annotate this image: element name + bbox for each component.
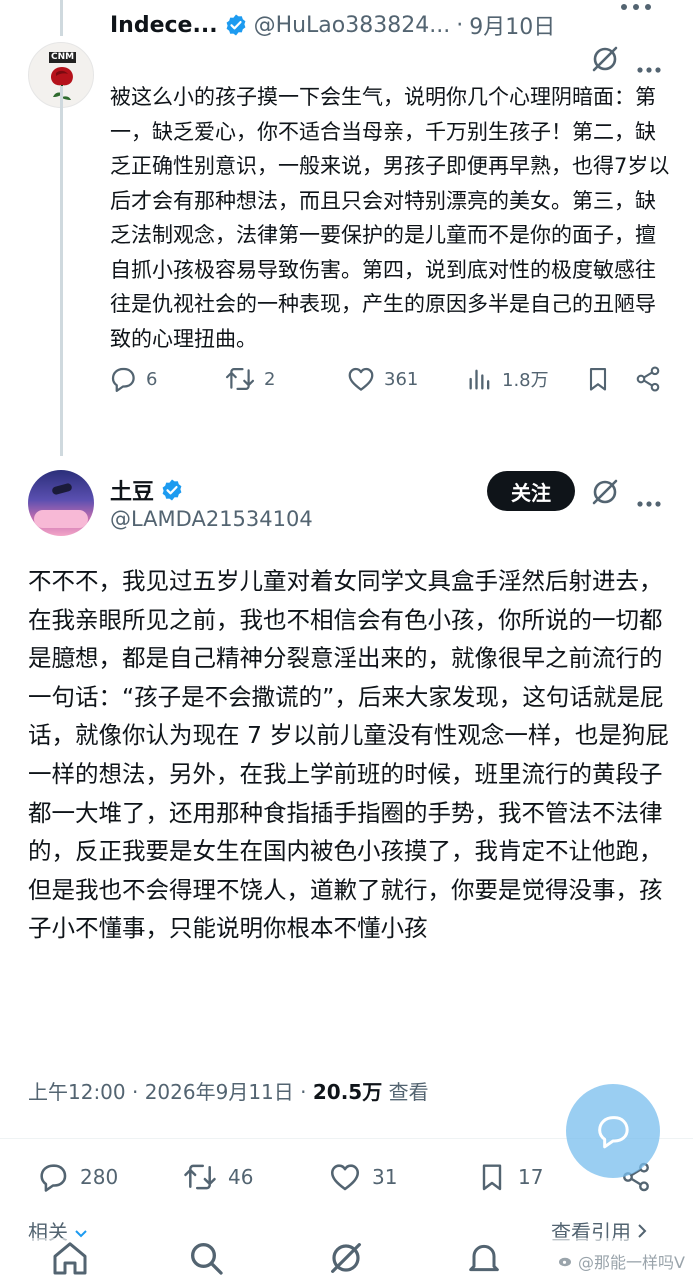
tweet-timestamp[interactable]: 上午12:00 · 2026年9月11日 · <box>28 1080 313 1104</box>
main-retweet-button[interactable]: 46 <box>182 1160 253 1194</box>
thread-connector <box>60 86 63 456</box>
bookmark-icon <box>589 368 607 391</box>
watermark-text: @那能一样吗V <box>578 1253 685 1272</box>
heart-icon <box>330 1164 360 1191</box>
chevron-right-icon <box>638 1224 647 1238</box>
main-more-icon[interactable] <box>636 486 662 514</box>
main-retweet-count: 46 <box>228 1165 254 1189</box>
tweet-views-label: 查看 <box>382 1080 429 1104</box>
comment-icon <box>40 1164 67 1192</box>
main-bookmark-count: 17 <box>518 1165 544 1189</box>
main-author-name-row[interactable]: 土豆 <box>110 474 190 506</box>
reply-share-button[interactable] <box>634 364 670 394</box>
reply-retweet-button[interactable]: 2 <box>224 364 275 394</box>
tweet-meta: 上午12:00 · 2026年9月11日 · 20.5万 查看 <box>28 1076 429 1105</box>
retweet-icon <box>225 368 255 390</box>
main-author-handle[interactable]: @LAMDA21534104 <box>110 507 313 531</box>
previous-tweet-more-icon[interactable] <box>619 0 653 21</box>
main-reply-button[interactable]: 280 <box>36 1160 118 1194</box>
reply-date[interactable]: 9月10日 <box>469 9 555 41</box>
main-author-name[interactable]: 土豆 <box>110 474 154 506</box>
reply-header: Indece... @HuLao383824... · 9月10日 <box>110 8 555 42</box>
avatar-cloud <box>34 510 88 528</box>
weibo-watermark: @那能一样吗V <box>558 1249 685 1273</box>
bookmark-icon <box>482 1164 502 1191</box>
reply-text: 被这么小的孩子摸一下会生气，说明你几个心理阴暗面：第一，缺乏爱心，你不适合当母亲… <box>110 85 670 351</box>
reply-bookmark-button[interactable] <box>584 364 620 394</box>
share-icon <box>636 366 660 392</box>
weibo-logo-icon <box>559 1257 572 1267</box>
chat-bubble-icon <box>598 1116 629 1149</box>
reply-author-name[interactable]: Indece... <box>110 13 218 38</box>
main-action-bar: 280 46 31 17 <box>36 1160 676 1200</box>
retweet-count: 2 <box>264 368 276 390</box>
reply-count: 6 <box>146 368 158 390</box>
search-icon[interactable] <box>186 1238 226 1278</box>
reply-author-handle[interactable]: @HuLao383824... <box>254 13 451 38</box>
heart-icon <box>348 367 374 391</box>
follow-button[interactable]: 关注 <box>487 471 575 511</box>
notifications-bell-icon[interactable] <box>464 1238 504 1278</box>
main-like-button[interactable]: 31 <box>328 1160 397 1194</box>
grok-icon[interactable] <box>590 477 620 507</box>
home-icon[interactable] <box>50 1238 90 1278</box>
like-count: 361 <box>384 368 419 390</box>
tweet-view-count: 20.5万 <box>312 1080 383 1104</box>
reply-more-icon[interactable] <box>636 52 662 80</box>
thread-connector-top <box>60 0 63 36</box>
main-bookmark-button[interactable]: 17 <box>476 1160 543 1194</box>
main-reply-count: 280 <box>80 1165 119 1189</box>
retweet-icon <box>184 1164 216 1190</box>
separator-dot: · <box>456 12 464 38</box>
avatar-badge: CNM <box>49 52 77 63</box>
grok-icon[interactable] <box>590 44 620 74</box>
verified-badge-icon <box>162 479 182 501</box>
views-chart-icon <box>469 369 490 390</box>
avatar-figure <box>51 482 73 496</box>
reply-like-button[interactable]: 361 <box>346 364 418 394</box>
comment-icon <box>111 367 135 392</box>
compose-reply-fab[interactable] <box>566 1084 660 1178</box>
main-like-count: 31 <box>372 1165 398 1189</box>
main-author-avatar[interactable] <box>28 470 94 536</box>
reply-reply-button[interactable]: 6 <box>108 364 157 394</box>
grok-nav-icon[interactable] <box>326 1238 366 1278</box>
view-count: 1.8万 <box>502 370 549 391</box>
verified-badge-icon <box>226 14 245 36</box>
reply-views-button[interactable]: 1.8万 <box>466 364 549 394</box>
reply-action-bar: 6 2 361 1.8万 <box>108 364 668 400</box>
main-tweet-text: 不不不，我见过五岁儿童对着女同学文具盒手淫然后射进去，在我亲眼所见之前，我也不相… <box>28 567 669 943</box>
